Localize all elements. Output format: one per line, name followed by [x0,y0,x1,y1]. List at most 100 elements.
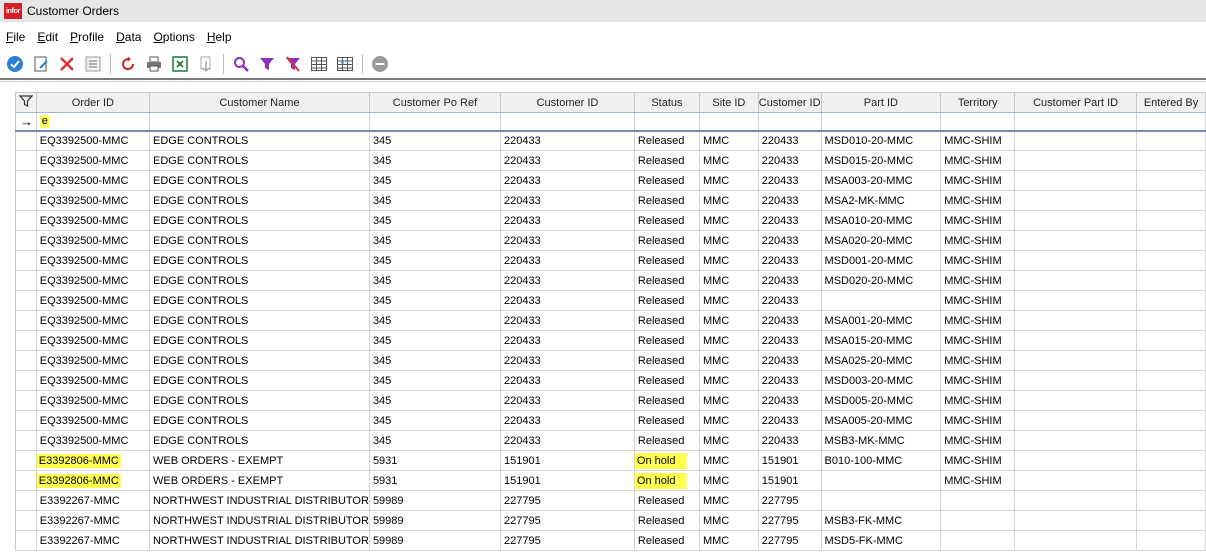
cell-status[interactable]: Released [634,510,700,531]
filter-input-entered-by[interactable] [1136,112,1206,132]
cell-customer-id[interactable]: 220433 [500,290,635,311]
column-header-customer-name[interactable]: Customer Name [149,92,370,113]
cell-customer-id-2[interactable]: 220433 [758,230,822,251]
cell-customer-id[interactable]: 220433 [500,310,635,331]
cell-entered-by[interactable] [1136,290,1206,311]
cell-customer-po-ref[interactable]: 345 [369,230,502,251]
cell-customer-id[interactable]: 220433 [500,210,635,231]
cell-customer-po-ref[interactable]: 59989 [369,510,502,531]
cell-status[interactable]: On hold [634,470,700,491]
cell-customer-id-2[interactable]: 220433 [758,410,822,431]
cell-customer-part-id[interactable] [1014,410,1138,431]
table-row[interactable]: EQ3392500-MMC EDGE CONTROLS 345 220433 Relea… [15,390,1206,411]
cell-status[interactable]: Released [634,270,700,291]
cell-customer-id[interactable]: 227795 [500,510,635,531]
cell-customer-part-id[interactable] [1014,190,1138,211]
cell-order-id[interactable]: EQ3392500-MMC [36,310,150,331]
row-selector[interactable] [15,250,37,271]
row-selector[interactable] [15,290,37,311]
cell-customer-name[interactable]: WEB ORDERS - EXEMPT [149,470,370,491]
row-selector[interactable] [15,390,37,411]
cell-part-id[interactable]: MSD010-20-MMC [821,130,942,151]
cell-customer-part-id[interactable] [1014,210,1138,231]
table-row[interactable]: EQ3392500-MMC EDGE CONTROLS 345 220433 Relea… [15,130,1206,151]
cell-entered-by[interactable] [1136,470,1206,491]
column-header-order-id[interactable]: Order ID [36,92,150,113]
cell-customer-id-2[interactable]: 220433 [758,330,822,351]
cell-customer-id-2[interactable]: 220433 [758,390,822,411]
cell-territory[interactable]: MMC-SHIM [940,250,1016,271]
cell-customer-id-2[interactable]: 220433 [758,130,822,151]
grid-icon[interactable] [308,53,330,75]
cell-site-id[interactable]: MMC [699,390,759,411]
cell-territory[interactable]: MMC-SHIM [940,290,1016,311]
cell-status[interactable]: Released [634,130,700,151]
cell-site-id[interactable]: MMC [699,490,759,511]
cell-part-id[interactable]: MSD5-FK-MMC [821,530,942,551]
cell-site-id[interactable]: MMC [699,130,759,151]
filter-input-customer-part-id[interactable] [1014,112,1138,132]
menu-options[interactable]: Options [153,30,194,44]
cell-customer-id-2[interactable]: 220433 [758,270,822,291]
cell-part-id[interactable]: MSA003-20-MMC [821,170,942,191]
cell-customer-po-ref[interactable]: 345 [369,390,502,411]
cell-customer-name[interactable]: EDGE CONTROLS [149,350,370,371]
cell-customer-id[interactable]: 220433 [500,410,635,431]
cell-customer-id[interactable]: 220433 [500,370,635,391]
row-selector[interactable] [15,490,37,511]
cell-customer-id[interactable]: 151901 [500,470,635,491]
menu-profile[interactable]: Profile [70,30,104,44]
cell-entered-by[interactable] [1136,250,1206,271]
cell-site-id[interactable]: MMC [699,290,759,311]
cell-customer-id-2[interactable]: 151901 [758,470,822,491]
cell-part-id[interactable]: MSA005-20-MMC [821,410,942,431]
cell-customer-id[interactable]: 220433 [500,390,635,411]
table-row[interactable]: E3392267-MMC NORTHWEST INDUSTRIAL DISTRIB… [15,510,1206,531]
cell-customer-part-id[interactable] [1014,230,1138,251]
delete-icon[interactable] [56,53,78,75]
column-header-territory[interactable]: Territory [940,92,1016,113]
cell-customer-id-2[interactable]: 227795 [758,530,822,551]
cell-entered-by[interactable] [1136,330,1206,351]
cell-customer-po-ref[interactable]: 345 [369,430,502,451]
cell-order-id[interactable]: EQ3392500-MMC [36,370,150,391]
row-selector[interactable] [15,430,37,451]
cell-territory[interactable]: MMC-SHIM [940,330,1016,351]
cell-customer-id-2[interactable]: 220433 [758,290,822,311]
cell-status[interactable]: On hold [634,450,700,471]
column-header-site-id[interactable]: Site ID [699,92,759,113]
cell-status[interactable]: Released [634,370,700,391]
cell-customer-name[interactable]: EDGE CONTROLS [149,170,370,191]
cell-order-id[interactable]: EQ3392500-MMC [36,170,150,191]
table-row[interactable]: EQ3392500-MMC EDGE CONTROLS 345 220433 Relea… [15,370,1206,391]
cell-order-id[interactable]: EQ3392500-MMC [36,410,150,431]
column-header-customer-po-ref[interactable]: Customer Po Ref [369,92,502,113]
cell-customer-po-ref[interactable]: 345 [369,350,502,371]
cell-customer-id-2[interactable]: 227795 [758,490,822,511]
menu-data[interactable]: Data [116,30,141,44]
cell-entered-by[interactable] [1136,490,1206,511]
cell-order-id[interactable]: E3392267-MMC [36,510,150,531]
checkmark-icon[interactable] [4,53,26,75]
table-row[interactable]: EQ3392500-MMC EDGE CONTROLS 345 220433 Relea… [15,410,1206,431]
cell-territory[interactable] [940,530,1016,551]
cell-site-id[interactable]: MMC [699,310,759,331]
cell-customer-name[interactable]: EDGE CONTROLS [149,210,370,231]
cell-customer-po-ref[interactable]: 59989 [369,530,502,551]
cell-customer-id[interactable]: 220433 [500,230,635,251]
table-row[interactable]: EQ3392500-MMC EDGE CONTROLS 345 220433 Relea… [15,210,1206,231]
cell-entered-by[interactable] [1136,530,1206,551]
cell-customer-id[interactable]: 220433 [500,270,635,291]
cell-status[interactable]: Released [634,150,700,171]
cell-entered-by[interactable] [1136,430,1206,451]
excel-export-icon[interactable] [169,53,191,75]
column-header-customer-part-id[interactable]: Customer Part ID [1014,92,1138,113]
cell-status[interactable]: Released [634,530,700,551]
cell-site-id[interactable]: MMC [699,510,759,531]
cell-territory[interactable] [940,490,1016,511]
cell-territory[interactable]: MMC-SHIM [940,190,1016,211]
cell-territory[interactable]: MMC-SHIM [940,430,1016,451]
table-row[interactable]: E3392806-MMC WEB ORDERS - EXEMPT 5931 15190… [15,450,1206,471]
filter-icon[interactable] [256,53,278,75]
cell-customer-part-id[interactable] [1014,470,1138,491]
